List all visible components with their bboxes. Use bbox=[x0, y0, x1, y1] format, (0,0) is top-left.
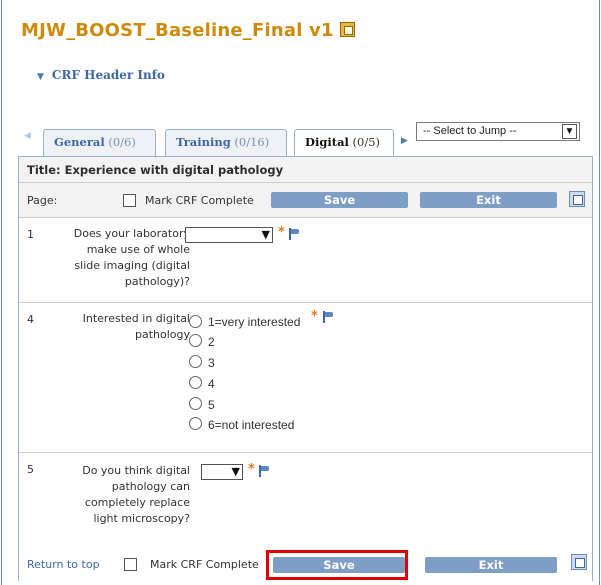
tab-general-count: (0/6) bbox=[108, 135, 136, 149]
section-title: Title: Experience with digital pathology bbox=[19, 157, 592, 183]
crf-document-icon[interactable] bbox=[339, 22, 355, 37]
tab-general[interactable]: General (0/6) bbox=[43, 129, 156, 156]
return-to-top-link[interactable]: Return to top bbox=[27, 558, 100, 571]
question-line: completely replace bbox=[84, 496, 190, 509]
radio-option-label: 3 bbox=[208, 356, 215, 370]
flag-icon[interactable] bbox=[289, 228, 301, 240]
crf-window: MJW_BOOST_Baseline_Final v1 ▼ CRF Header … bbox=[1, 0, 600, 585]
required-asterisk: * bbox=[311, 309, 318, 324]
question-row-5: 5 Do you think digital pathology can com… bbox=[19, 453, 592, 546]
question-line: light microscopy? bbox=[93, 512, 190, 525]
crf-form: Title: Experience with digital pathology… bbox=[18, 156, 593, 581]
tab-digital-count: (0/5) bbox=[352, 135, 381, 149]
dropdown-arrow-icon: ▼ bbox=[261, 228, 270, 241]
radio-option-1[interactable] bbox=[189, 315, 202, 328]
save-button-highlight bbox=[266, 550, 408, 580]
question-line: make use of whole bbox=[86, 243, 190, 256]
print-icon-top[interactable] bbox=[569, 191, 585, 207]
radio-option-4[interactable] bbox=[189, 376, 202, 389]
tab-training-count: (0/16) bbox=[234, 135, 270, 149]
question-line: pathology can bbox=[111, 480, 190, 493]
expand-triangle-icon: ▼ bbox=[37, 72, 44, 82]
question-line: slide imaging (digital bbox=[74, 259, 190, 272]
crf-header-toggle[interactable]: ▼ CRF Header Info bbox=[37, 68, 165, 82]
question-number: 4 bbox=[27, 313, 34, 326]
required-asterisk: * bbox=[278, 225, 285, 240]
page-title-text: MJW_BOOST_Baseline_Final v1 bbox=[21, 20, 334, 41]
required-asterisk: * bbox=[248, 462, 255, 477]
question-number: 5 bbox=[27, 463, 34, 476]
tab-training[interactable]: Training (0/16) bbox=[165, 129, 287, 156]
radio-option-label: 6=not interested bbox=[208, 418, 295, 432]
tab-digital-label: Digital bbox=[305, 135, 349, 149]
dropdown-arrow-icon: ▼ bbox=[562, 124, 577, 139]
radio-option-label: 1=very interested bbox=[208, 315, 301, 329]
question-line: Does your laboratory bbox=[73, 227, 190, 240]
tab-bar: ◀ General (0/6) Training (0/16) Digital … bbox=[18, 122, 593, 157]
question-line: Interested in digital bbox=[82, 312, 190, 325]
radio-option-label: 4 bbox=[208, 377, 215, 391]
page-label: Page: bbox=[27, 194, 58, 207]
page-toolbar: Page: Mark CRF Complete Save Exit bbox=[19, 183, 592, 218]
save-button-top[interactable]: Save bbox=[271, 192, 408, 208]
radio-option-label: 5 bbox=[208, 398, 215, 412]
jump-select[interactable]: -- Select to Jump -- ▼ bbox=[416, 122, 580, 141]
crf-header-label: CRF Header Info bbox=[51, 68, 165, 82]
question-text: Do you think digital pathology can compl… bbox=[40, 463, 190, 527]
page-title: MJW_BOOST_Baseline_Final v1 bbox=[21, 20, 355, 41]
flag-icon[interactable] bbox=[259, 465, 271, 477]
tab-scroll-left-icon[interactable]: ◀ bbox=[24, 131, 31, 141]
print-icon-bottom[interactable] bbox=[571, 554, 587, 570]
flag-icon[interactable] bbox=[323, 311, 335, 323]
mark-complete-label-bottom: Mark CRF Complete bbox=[150, 558, 259, 571]
question-line: pathology bbox=[134, 328, 190, 341]
mark-complete-checkbox-top[interactable] bbox=[123, 194, 136, 207]
question-line: Do you think digital bbox=[82, 464, 190, 477]
radio-option-2[interactable] bbox=[189, 334, 202, 347]
question-row-4: 4 Interested in digital pathology 1=very… bbox=[19, 303, 592, 453]
tab-digital[interactable]: Digital (0/5) bbox=[294, 129, 394, 157]
jump-select-value: -- Select to Jump -- bbox=[423, 125, 517, 137]
radio-option-5[interactable] bbox=[189, 397, 202, 410]
tab-scroll-right-icon[interactable]: ▶ bbox=[401, 136, 408, 146]
question-row-1: 1 Does your laboratory make use of whole… bbox=[19, 218, 592, 303]
tab-training-label: Training bbox=[176, 135, 231, 149]
question-number: 1 bbox=[27, 228, 34, 241]
answer-select-1[interactable]: ▼ bbox=[185, 227, 273, 243]
answer-select-5[interactable]: ▼ bbox=[201, 464, 243, 480]
footer-toolbar: Return to top Mark CRF Complete Save Exi… bbox=[19, 546, 592, 581]
exit-button-top[interactable]: Exit bbox=[420, 192, 557, 208]
dropdown-arrow-icon: ▼ bbox=[231, 465, 240, 478]
radio-option-label: 2 bbox=[208, 335, 215, 349]
mark-complete-checkbox-bottom[interactable] bbox=[124, 558, 137, 571]
question-line: pathology)? bbox=[124, 275, 190, 288]
exit-button-bottom[interactable]: Exit bbox=[425, 557, 557, 573]
question-text: Does your laboratory make use of whole s… bbox=[40, 226, 190, 290]
radio-option-3[interactable] bbox=[189, 355, 202, 368]
tab-general-label: General bbox=[54, 135, 105, 149]
radio-option-6[interactable] bbox=[189, 417, 202, 430]
question-text: Interested in digital pathology bbox=[40, 311, 190, 343]
mark-complete-label-top: Mark CRF Complete bbox=[145, 194, 254, 207]
